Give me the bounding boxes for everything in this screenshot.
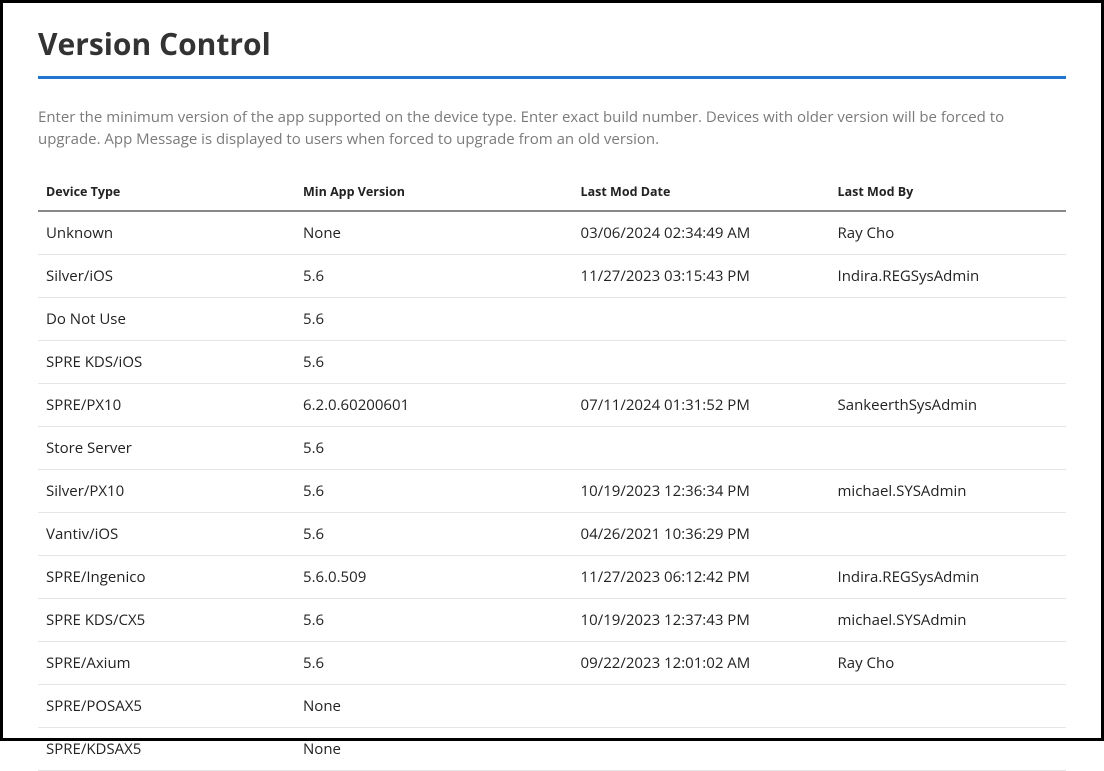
cell-last-mod-date: 11/27/2023 06:12:42 PM: [573, 555, 830, 598]
cell-min-app-version: None: [295, 211, 573, 255]
table-row[interactable]: SPRE/Axium5.609/22/2023 12:01:02 AMRay C…: [38, 641, 1066, 684]
cell-last-mod-by: [830, 512, 1066, 555]
cell-last-mod-by: SankeerthSysAdmin: [830, 383, 1066, 426]
cell-min-app-version: 5.6: [295, 426, 573, 469]
table-row[interactable]: SPRE KDS/iOS5.6: [38, 340, 1066, 383]
cell-device-type: Vantiv/iOS: [38, 512, 295, 555]
col-header-min-app-version[interactable]: Min App Version: [295, 173, 573, 211]
cell-min-app-version: 5.6: [295, 641, 573, 684]
cell-device-type: SPRE KDS/iOS: [38, 340, 295, 383]
cell-last-mod-by: Ray Cho: [830, 641, 1066, 684]
cell-last-mod-date: [573, 684, 830, 727]
cell-last-mod-date: 11/27/2023 03:15:43 PM: [573, 254, 830, 297]
cell-device-type: Store Server: [38, 426, 295, 469]
col-header-last-mod-date[interactable]: Last Mod Date: [573, 173, 830, 211]
cell-last-mod-date: [573, 340, 830, 383]
cell-min-app-version: 5.6: [295, 598, 573, 641]
cell-last-mod-by: [830, 340, 1066, 383]
col-header-device-type[interactable]: Device Type: [38, 173, 295, 211]
table-row[interactable]: Do Not Use5.6: [38, 297, 1066, 340]
cell-last-mod-by: Indira.REGSysAdmin: [830, 254, 1066, 297]
cell-last-mod-date: 09/22/2023 12:01:02 AM: [573, 641, 830, 684]
cell-min-app-version: None: [295, 727, 573, 770]
table-row[interactable]: SPRE/Ingenico5.6.0.50911/27/2023 06:12:4…: [38, 555, 1066, 598]
cell-device-type: SPRE/KDSAX5: [38, 727, 295, 770]
cell-last-mod-date: 10/19/2023 12:37:43 PM: [573, 598, 830, 641]
cell-last-mod-by: [830, 426, 1066, 469]
cell-last-mod-by: [830, 684, 1066, 727]
cell-device-type: Silver/PX10: [38, 469, 295, 512]
cell-device-type: SPRE/Axium: [38, 641, 295, 684]
cell-min-app-version: 6.2.0.60200601: [295, 383, 573, 426]
cell-last-mod-by: Ray Cho: [830, 211, 1066, 255]
cell-last-mod-date: 07/11/2024 01:31:52 PM: [573, 383, 830, 426]
table-row[interactable]: Store Server5.6: [38, 426, 1066, 469]
cell-device-type: Do Not Use: [38, 297, 295, 340]
table-row[interactable]: SPRE KDS/CX55.610/19/2023 12:37:43 PMmic…: [38, 598, 1066, 641]
cell-min-app-version: 5.6.0.509: [295, 555, 573, 598]
cell-min-app-version: 5.6: [295, 469, 573, 512]
cell-min-app-version: None: [295, 684, 573, 727]
cell-last-mod-date: [573, 297, 830, 340]
cell-last-mod-date: [573, 727, 830, 770]
cell-last-mod-date: [573, 426, 830, 469]
page-description: Enter the minimum version of the app sup…: [38, 107, 1066, 151]
cell-device-type: SPRE KDS/CX5: [38, 598, 295, 641]
table-row[interactable]: UnknownNone03/06/2024 02:34:49 AMRay Cho: [38, 211, 1066, 255]
cell-last-mod-by: [830, 727, 1066, 770]
table-row[interactable]: SPRE/KDSAX5None: [38, 727, 1066, 770]
cell-device-type: Silver/iOS: [38, 254, 295, 297]
table-row[interactable]: SPRE/POSAX5None: [38, 684, 1066, 727]
cell-min-app-version: 5.6: [295, 512, 573, 555]
cell-last-mod-by: michael.SYSAdmin: [830, 469, 1066, 512]
cell-last-mod-by: michael.SYSAdmin: [830, 598, 1066, 641]
col-header-last-mod-by[interactable]: Last Mod By: [830, 173, 1066, 211]
table-header-row: Device Type Min App Version Last Mod Dat…: [38, 173, 1066, 211]
cell-min-app-version: 5.6: [295, 254, 573, 297]
page-title: Version Control: [38, 23, 1066, 76]
version-control-page: Version Control Enter the minimum versio…: [3, 3, 1101, 771]
table-row[interactable]: Silver/iOS5.611/27/2023 03:15:43 PMIndir…: [38, 254, 1066, 297]
cell-last-mod-by: Indira.REGSysAdmin: [830, 555, 1066, 598]
cell-device-type: SPRE/Ingenico: [38, 555, 295, 598]
cell-last-mod-date: 03/06/2024 02:34:49 AM: [573, 211, 830, 255]
table-row[interactable]: Vantiv/iOS5.604/26/2021 10:36:29 PM: [38, 512, 1066, 555]
cell-device-type: Unknown: [38, 211, 295, 255]
cell-last-mod-date: 04/26/2021 10:36:29 PM: [573, 512, 830, 555]
cell-device-type: SPRE/POSAX5: [38, 684, 295, 727]
title-underline: [38, 76, 1066, 79]
cell-last-mod-by: [830, 297, 1066, 340]
table-row[interactable]: SPRE/PX106.2.0.6020060107/11/2024 01:31:…: [38, 383, 1066, 426]
cell-min-app-version: 5.6: [295, 297, 573, 340]
cell-last-mod-date: 10/19/2023 12:36:34 PM: [573, 469, 830, 512]
table-row[interactable]: Silver/PX105.610/19/2023 12:36:34 PMmich…: [38, 469, 1066, 512]
cell-min-app-version: 5.6: [295, 340, 573, 383]
version-table: Device Type Min App Version Last Mod Dat…: [38, 173, 1066, 771]
cell-device-type: SPRE/PX10: [38, 383, 295, 426]
